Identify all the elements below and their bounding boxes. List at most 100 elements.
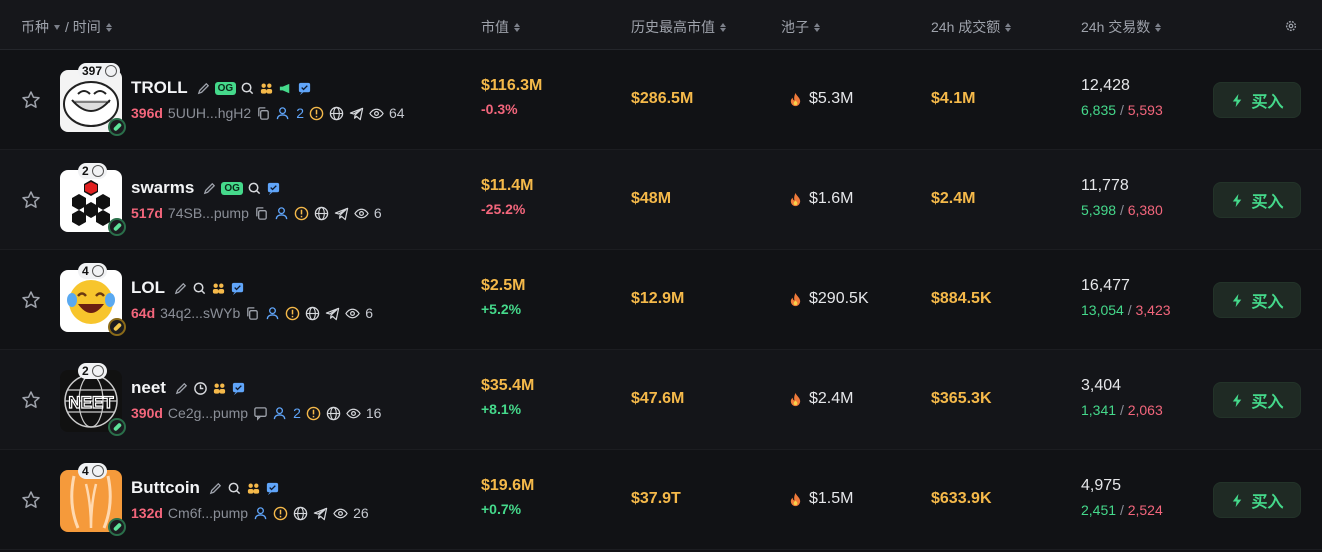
chat-icon[interactable] (265, 481, 280, 496)
token-address[interactable]: 34q2...sWYb (160, 305, 240, 321)
fire-icon (790, 492, 801, 506)
chat-bubble-icon[interactable] (253, 406, 268, 421)
sort-icon[interactable] (720, 22, 726, 32)
globe-icon[interactable] (305, 306, 320, 321)
buy-button[interactable]: 买入 (1213, 382, 1301, 418)
views-count: 16 (365, 405, 382, 421)
edit-icon[interactable] (208, 481, 223, 496)
globe-icon[interactable] (326, 406, 341, 421)
warning-icon[interactable] (285, 306, 300, 321)
buy-button[interactable]: 买入 (1213, 82, 1301, 118)
pool-cell: $2.4M (788, 390, 853, 408)
token-name[interactable]: Buttcoin (131, 478, 200, 498)
user-icon[interactable] (253, 506, 268, 521)
user-icon[interactable] (274, 206, 289, 221)
telegram-icon[interactable] (349, 106, 364, 121)
table-row[interactable]: 4 LOL 64d 34q2...sWYb 6 $2.5M +5.2% $12.… (0, 250, 1322, 350)
warning-icon[interactable] (309, 106, 324, 121)
volume-header[interactable]: 24h 成交额 (931, 17, 1012, 37)
sort-icon[interactable] (514, 22, 520, 32)
community-icon[interactable] (212, 381, 227, 396)
sort-icon[interactable] (105, 22, 112, 32)
edit-icon[interactable] (173, 281, 188, 296)
users-icon[interactable] (273, 406, 288, 421)
holders-count: 4 (82, 464, 89, 478)
txns-value: 4,975 (1081, 477, 1122, 494)
token-avatar[interactable]: 2 (60, 163, 126, 236)
edit-icon[interactable] (202, 181, 217, 196)
search-icon[interactable] (192, 281, 207, 296)
coin-time-header[interactable]: 币种 / 时间 (21, 17, 112, 37)
fire-icon (790, 92, 801, 106)
telegram-icon[interactable] (313, 506, 328, 521)
globe-icon[interactable] (293, 506, 308, 521)
star-icon[interactable] (21, 490, 41, 510)
chat-icon[interactable] (231, 381, 246, 396)
market-cap-header[interactable]: 市值 (481, 17, 520, 37)
community-icon[interactable] (259, 81, 274, 96)
token-address[interactable]: Cm6f...pump (168, 505, 248, 521)
eye-icon (333, 508, 348, 518)
search-icon[interactable] (227, 481, 242, 496)
sort-icon[interactable] (1155, 22, 1162, 32)
telegram-icon[interactable] (325, 306, 340, 321)
token-address[interactable]: 5UUH...hgH2 (168, 105, 251, 121)
copy-icon[interactable] (245, 306, 260, 321)
token-address[interactable]: Ce2g...pump (168, 405, 248, 421)
chat-icon[interactable] (230, 281, 245, 296)
chat-icon[interactable] (297, 81, 312, 96)
star-icon[interactable] (21, 290, 41, 310)
search-icon[interactable] (240, 81, 255, 96)
chevron-down-icon[interactable] (54, 24, 60, 30)
table-row[interactable]: 2 swarms OG 517d 74SB...pump 6 $11.4M -2… (0, 150, 1322, 250)
time-column-label[interactable]: / 时间 (65, 17, 101, 37)
token-avatar[interactable]: 4 (60, 263, 126, 336)
users-icon[interactable] (276, 106, 291, 121)
ath-market-cap-header[interactable]: 历史最高市值 (631, 17, 726, 37)
token-name[interactable]: LOL (131, 278, 165, 298)
community-icon[interactable] (246, 481, 261, 496)
telegram-icon[interactable] (334, 206, 349, 221)
table-row[interactable]: 397 TROLL OG 396d 5UUH...hgH2 2 64 $116.… (0, 50, 1322, 150)
star-icon[interactable] (21, 390, 41, 410)
token-avatar[interactable]: 4 (60, 463, 126, 536)
warning-icon[interactable] (306, 406, 321, 421)
megaphone-icon[interactable] (278, 81, 293, 96)
token-name[interactable]: TROLL (131, 78, 188, 98)
token-avatar[interactable]: 397 (60, 63, 126, 136)
token-meta-line: 390d Ce2g...pump 2 16 (131, 404, 381, 422)
token-name[interactable]: swarms (131, 178, 194, 198)
pool-header[interactable]: 池子 (781, 17, 820, 37)
copy-icon[interactable] (256, 106, 271, 121)
sort-icon[interactable] (814, 22, 820, 32)
buy-button[interactable]: 买入 (1213, 282, 1301, 318)
globe-icon[interactable] (329, 106, 344, 121)
lightning-icon (1233, 193, 1242, 207)
warning-icon[interactable] (294, 206, 309, 221)
buy-button[interactable]: 买入 (1213, 182, 1301, 218)
table-row[interactable]: NEET 2 neet 390d Ce2g...pump 2 16 $35.4M… (0, 350, 1322, 450)
community-icon[interactable] (211, 281, 226, 296)
star-icon[interactable] (21, 190, 41, 210)
buy-button[interactable]: 买入 (1213, 482, 1301, 518)
clock-icon[interactable] (193, 381, 208, 396)
coin-column-label[interactable]: 币种 (21, 17, 49, 37)
warning-icon[interactable] (273, 506, 288, 521)
search-icon[interactable] (247, 181, 262, 196)
globe-icon[interactable] (314, 206, 329, 221)
txns-header[interactable]: 24h 交易数 (1081, 17, 1162, 37)
token-address[interactable]: 74SB...pump (168, 205, 249, 221)
token-name[interactable]: neet (131, 378, 166, 398)
token-avatar[interactable]: NEET 2 (60, 363, 126, 436)
chat-icon[interactable] (266, 181, 281, 196)
buy-label: 买入 (1251, 194, 1284, 211)
edit-icon[interactable] (174, 381, 189, 396)
holders-count: 2 (82, 364, 89, 378)
user-icon[interactable] (265, 306, 280, 321)
table-row[interactable]: 4 Buttcoin 132d Cm6f...pump 26 $19.6M +0… (0, 450, 1322, 550)
edit-icon[interactable] (196, 81, 211, 96)
gear-icon[interactable] (1284, 19, 1298, 33)
sort-icon[interactable] (1005, 22, 1012, 32)
star-icon[interactable] (21, 90, 41, 110)
copy-icon[interactable] (254, 206, 269, 221)
